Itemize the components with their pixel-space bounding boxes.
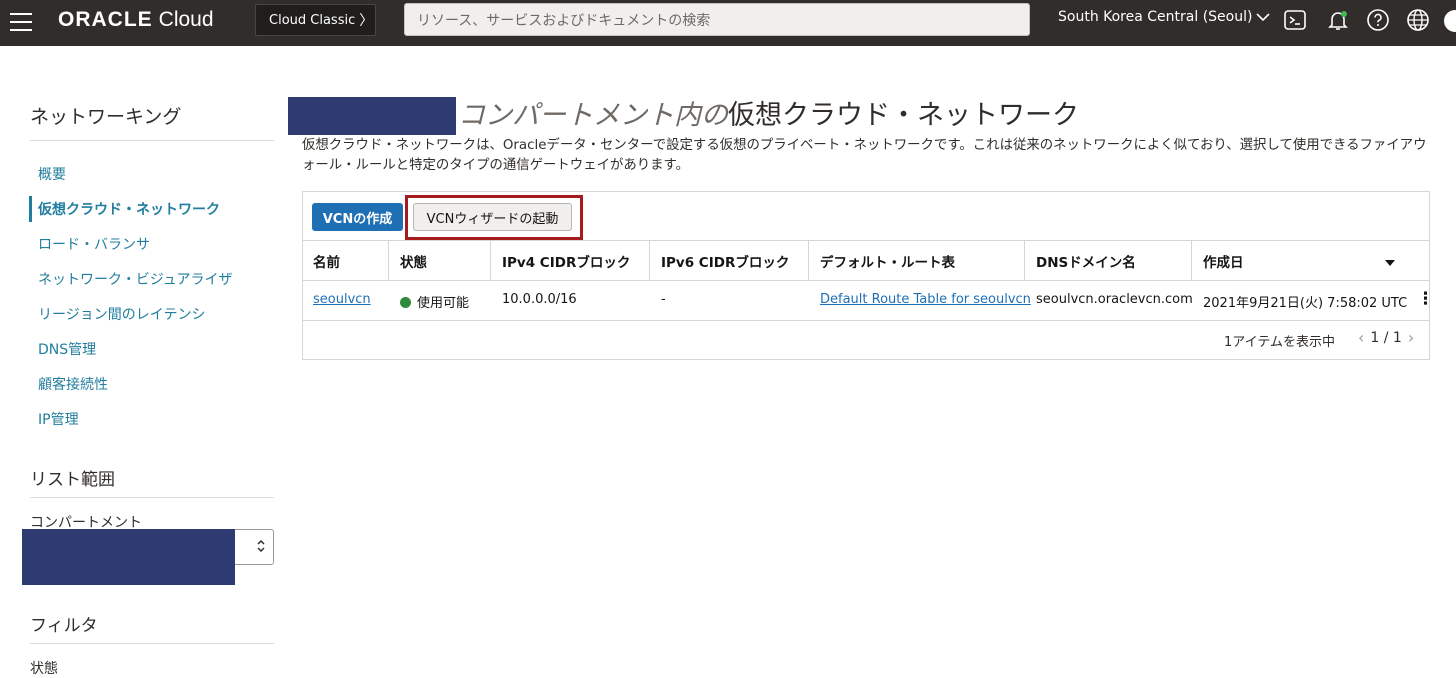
divider — [388, 241, 389, 281]
status-available-icon — [400, 297, 411, 308]
pagination: ‹ 1 / 1 › — [1358, 328, 1414, 347]
logo-product: Cloud — [158, 8, 214, 31]
sidebar-title: ネットワーキング — [30, 106, 182, 128]
route-table-name[interactable]: Default Route Table for seoulvcn — [820, 292, 1031, 307]
highlight-annotation — [405, 195, 583, 240]
column-header-ipv6[interactable]: IPv6 CIDRブロック — [661, 251, 789, 271]
divider — [808, 241, 809, 281]
redacted-compartment-name — [288, 97, 456, 135]
help-icon[interactable] — [1366, 8, 1390, 32]
terminal-icon[interactable] — [1283, 8, 1307, 32]
divider — [303, 240, 1429, 241]
sidebar-item-vcn[interactable]: 仮想クラウド・ネットワーク — [38, 199, 220, 219]
vcn-ipv4: 10.0.0.0/16 — [502, 292, 577, 307]
page-title-main: 仮想クラウド・ネットワーク — [728, 100, 1079, 131]
region-label: South Korea Central (Seoul) — [1058, 9, 1253, 25]
divider — [303, 320, 1429, 321]
column-header-name[interactable]: 名前 — [313, 251, 340, 271]
menu-icon[interactable] — [10, 13, 32, 31]
sidebar-item-customer-connectivity[interactable]: 顧客接続性 — [38, 374, 108, 394]
page-indicator: 1 / 1 — [1370, 329, 1402, 346]
divider — [30, 643, 274, 644]
divider — [30, 497, 274, 498]
chevron-right-icon: 〉 — [359, 13, 374, 29]
status-text: 使用可能 — [417, 296, 470, 311]
column-header-ipv4[interactable]: IPv4 CIDRブロック — [502, 251, 630, 271]
filter-title: フィルタ — [30, 616, 98, 636]
vcn-created: 2021年9月21日(火) 7:58:02 UTC — [1203, 296, 1408, 311]
sort-down-icon[interactable] — [1385, 256, 1395, 269]
divider — [1024, 241, 1025, 281]
vcn-dns: seoulvcn.oraclevcn.com — [1036, 292, 1193, 307]
route-table-link[interactable]: Default Route Table for seoulvcn — [820, 292, 1031, 307]
page-title: コンパートメント内の仮想クラウド・ネットワーク — [458, 93, 1079, 132]
divider — [303, 280, 1429, 281]
cloud-classic-label: Cloud Classic — [269, 12, 356, 28]
sidebar-item-latency[interactable]: リージョン間のレイテンシ — [38, 304, 205, 324]
divider — [649, 241, 650, 281]
divider — [30, 140, 274, 141]
sidebar-item-overview[interactable]: 概要 — [38, 164, 66, 184]
search-input[interactable]: リソース、サービスおよびドキュメントの検索 — [404, 3, 1030, 36]
sidebar-item-load-balancer[interactable]: ロード・バランサ — [38, 234, 150, 254]
page-description: 仮想クラウド・ネットワークは、Oracleデータ・センターで設定する仮想のプライ… — [302, 138, 1427, 173]
divider — [490, 241, 491, 281]
oracle-cloud-logo[interactable]: ORACLE Cloud — [58, 8, 214, 34]
status-filter-label: 状態 — [30, 661, 58, 677]
globe-icon[interactable] — [1406, 8, 1430, 32]
sidebar-item-dns[interactable]: DNS管理 — [38, 339, 96, 359]
column-header-status[interactable]: 状態 — [400, 251, 427, 271]
page-title-prefix: コンパートメント内の — [458, 100, 728, 131]
vcn-name[interactable]: seoulvcn — [313, 292, 371, 307]
active-indicator — [29, 196, 32, 222]
sidebar-item-ip-management[interactable]: IP管理 — [38, 409, 79, 429]
vcn-ipv6: - — [661, 292, 666, 307]
chevron-down-icon — [1256, 13, 1271, 22]
vcn-status: 使用可能 — [400, 292, 469, 311]
select-arrows-icon — [256, 538, 266, 557]
pager-summary: 1アイテムを表示中 — [1224, 335, 1335, 350]
bell-icon[interactable] — [1326, 8, 1350, 32]
previous-page-icon[interactable]: ‹ — [1358, 328, 1364, 347]
cloud-classic-button[interactable]: Cloud Classic 〉 — [255, 4, 376, 36]
logo-brand: ORACLE — [58, 8, 153, 31]
column-header-created[interactable]: 作成日 — [1203, 251, 1244, 271]
column-header-route-table[interactable]: デフォルト・ルート表 — [820, 251, 955, 271]
vcn-name-link[interactable]: seoulvcn — [313, 292, 371, 307]
region-selector[interactable]: South Korea Central (Seoul) — [1058, 9, 1271, 25]
search-placeholder: リソース、サービスおよびドキュメントの検索 — [417, 12, 711, 29]
sidebar-item-network-visualizer[interactable]: ネットワーク・ビジュアライザ — [38, 269, 232, 289]
next-page-icon[interactable]: › — [1408, 328, 1414, 347]
redacted-compartment — [22, 529, 235, 585]
row-actions-icon[interactable]: ⋮ — [1417, 289, 1434, 309]
profile-avatar[interactable] — [1444, 10, 1456, 32]
column-header-dns[interactable]: DNSドメイン名 — [1036, 251, 1136, 271]
list-scope-title: リスト範囲 — [30, 470, 115, 490]
top-bar: ORACLE Cloud Cloud Classic 〉 リソース、サービスおよ… — [0, 0, 1456, 46]
create-vcn-button[interactable]: VCNの作成 — [312, 203, 403, 231]
divider — [1191, 241, 1192, 281]
